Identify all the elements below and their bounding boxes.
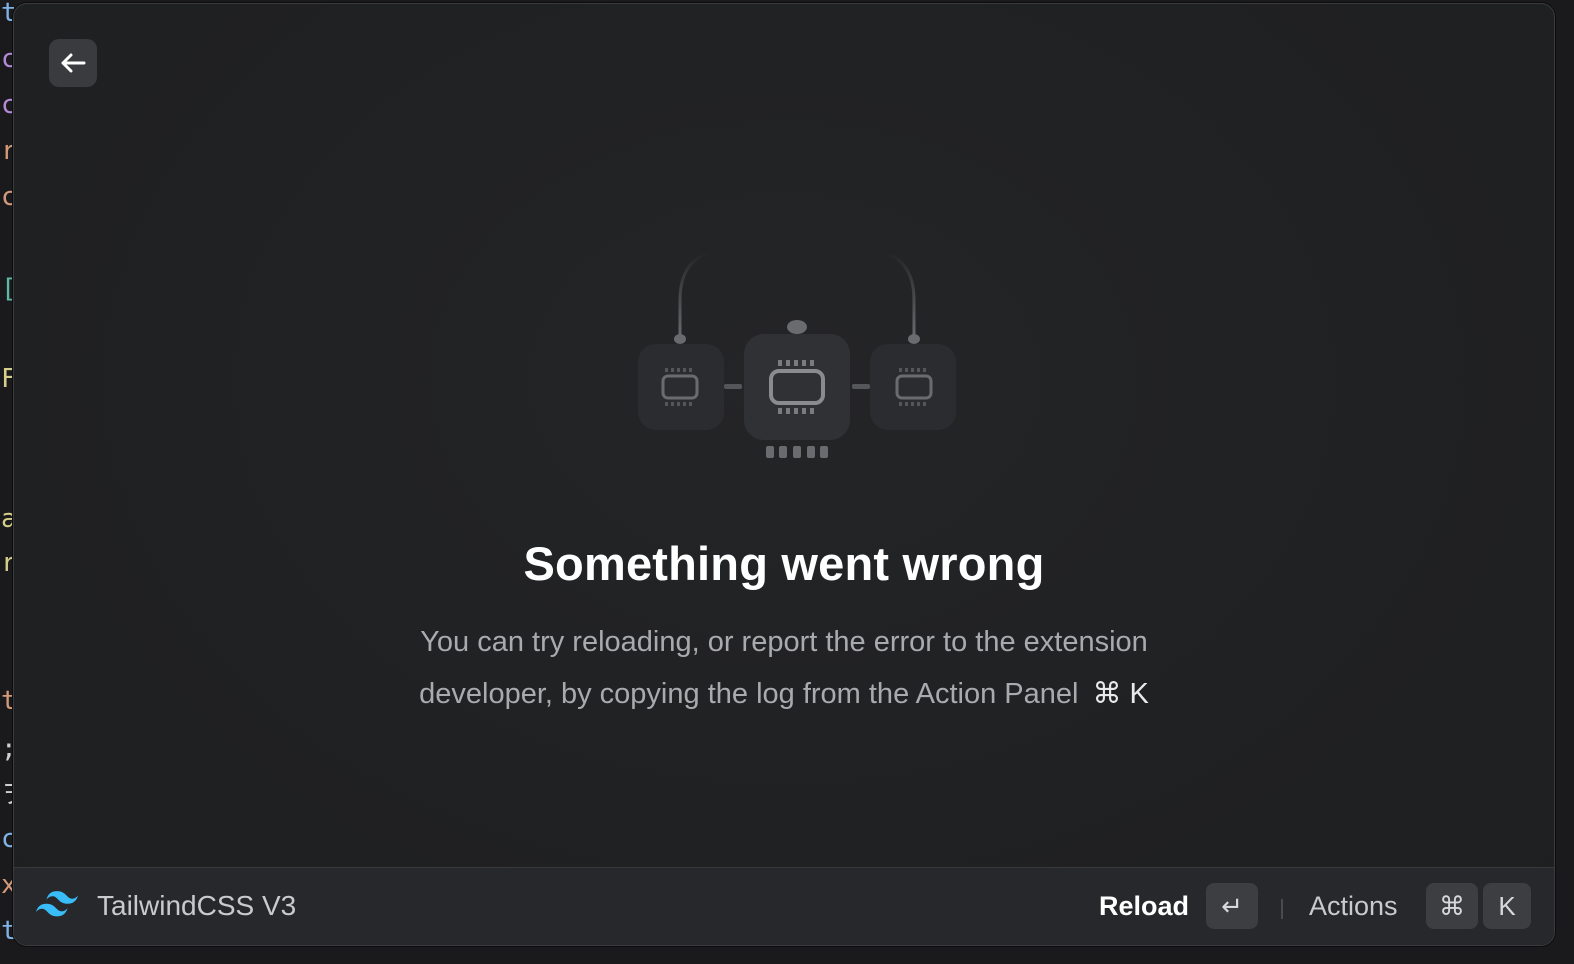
enter-key-icon[interactable]: ↵ xyxy=(1206,883,1258,929)
k-key[interactable]: K xyxy=(1483,883,1531,929)
actions-button[interactable]: Actions xyxy=(1309,891,1398,922)
action-panel-shortcut: ⌘ K xyxy=(1092,678,1149,710)
error-message: You can try reloading, or report the err… xyxy=(334,616,1234,720)
error-title: Something went wrong xyxy=(523,537,1045,590)
arrow-left-icon xyxy=(61,53,86,73)
footer-divider xyxy=(1281,899,1283,919)
error-message-line-2-text: developer, by copying the log from the A… xyxy=(419,678,1079,710)
footer-bar: TailwindCSS V3 Reload ↵ Actions ⌘ K xyxy=(14,867,1554,945)
error-message-line-1: You can try reloading, or report the err… xyxy=(420,626,1148,658)
extension-name: TailwindCSS V3 xyxy=(97,890,297,921)
reload-button[interactable]: Reload xyxy=(1099,891,1189,922)
tailwindcss-logo-icon xyxy=(36,891,78,917)
circuit-chips-icon xyxy=(638,250,956,538)
background-code-editor: t c c r c [ F a r t ; ヲ c x t xyxy=(0,0,14,964)
command-key-icon[interactable]: ⌘ xyxy=(1426,883,1478,929)
extension-window: Something went wrong You can try reloadi… xyxy=(13,3,1555,946)
error-message-line-2: developer, by copying the log from the A… xyxy=(334,668,1234,720)
back-button[interactable] xyxy=(49,39,97,87)
